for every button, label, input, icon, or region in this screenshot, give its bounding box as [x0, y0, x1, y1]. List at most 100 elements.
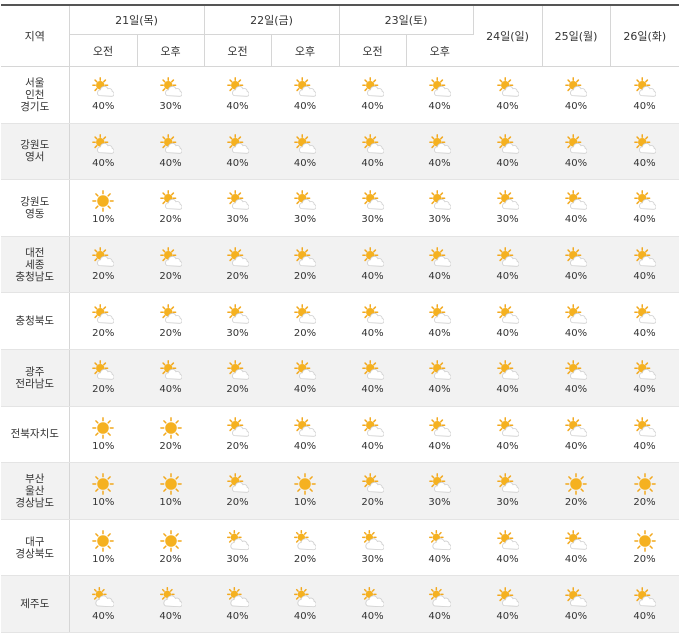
forecast-cell: 40%: [542, 179, 611, 237]
precipitation-probability: 30%: [428, 214, 451, 226]
forecast-cell: 40%: [473, 66, 543, 124]
partly-cloudy-icon: [159, 77, 182, 97]
precipitation-probability: 40%: [159, 384, 182, 396]
precipitation-probability: 40%: [293, 610, 317, 622]
forecast-cell: 40%: [473, 519, 543, 577]
partly-cloudy-icon: [294, 190, 317, 211]
region-name-line: 대구: [25, 535, 45, 548]
precipitation-probability: 30%: [159, 101, 182, 113]
forecast-cell: 40%: [339, 236, 407, 294]
partly-cloudy-icon: [226, 360, 249, 380]
forecast-cell: 20%: [271, 519, 340, 577]
partly-cloudy-icon: [428, 247, 451, 267]
table-row: 강원도 영동 10% 20% 30% 30% 30% 30% 30% 40% 40%: [1, 179, 680, 237]
forecast-cell: 40%: [339, 123, 407, 181]
am-header: 오전: [339, 34, 407, 67]
forecast-cell: 40%: [610, 123, 680, 181]
precipitation-probability: 40%: [633, 101, 656, 113]
partly-cloudy-icon: [294, 303, 317, 324]
precipitation-probability: 40%: [496, 610, 519, 622]
partly-cloudy-icon: [496, 134, 519, 154]
partly-cloudy-icon: [633, 134, 656, 154]
precipitation-probability: 40%: [564, 554, 588, 566]
partly-cloudy-icon: [496, 530, 519, 550]
precipitation-probability: 20%: [564, 497, 588, 509]
region-name-line: 부산: [25, 472, 45, 485]
partly-cloudy-icon: [633, 586, 656, 607]
precipitation-probability: 20%: [293, 271, 317, 283]
region-cell: 광주 전라남도: [1, 349, 70, 407]
forecast-cell: 40%: [406, 349, 474, 407]
partly-cloudy-icon: [565, 360, 588, 380]
partly-cloudy-icon: [565, 190, 588, 211]
forecast-cell: 40%: [137, 575, 205, 633]
precipitation-probability: 20%: [226, 271, 249, 283]
pm-header: 오후: [137, 34, 205, 67]
precipitation-probability: 30%: [226, 327, 249, 339]
day-header: 23일(토): [339, 4, 474, 35]
region-name-line: 영서: [25, 151, 45, 164]
partly-cloudy-icon: [92, 360, 115, 380]
forecast-cell: 30%: [339, 519, 407, 577]
sunny-icon: [159, 473, 182, 496]
forecast-cell: 40%: [406, 123, 474, 181]
mostly-cloudy-icon: [428, 530, 451, 551]
partly-cloudy-icon: [428, 77, 451, 97]
precipitation-probability: 40%: [92, 101, 115, 113]
partly-cloudy-icon: [633, 190, 656, 211]
partly-cloudy-icon: [496, 190, 519, 211]
table-row: 강원도 영서 40% 40% 40% 40% 40% 40% 40% 40% 40%: [1, 123, 680, 181]
precipitation-probability: 20%: [226, 440, 249, 452]
partly-cloudy-icon: [226, 134, 249, 154]
precipitation-probability: 40%: [293, 101, 317, 113]
forecast-cell: 30%: [339, 179, 407, 237]
precipitation-probability: 40%: [293, 384, 317, 396]
table-header: 지역 21일(목) 22일(금) 23일(토) 24일(일) 25일(월) 26…: [1, 4, 680, 67]
forecast-cell: 40%: [542, 66, 611, 124]
partly-cloudy-icon: [428, 303, 451, 324]
mostly-cloudy-icon: [361, 586, 384, 607]
sunny-icon: [92, 473, 115, 496]
precipitation-probability: 40%: [361, 157, 384, 169]
sunny-icon: [294, 473, 316, 496]
precipitation-probability: 20%: [293, 554, 317, 566]
precipitation-probability: 20%: [633, 497, 656, 509]
region-name-line: 제주도: [20, 598, 50, 611]
forecast-cell: 20%: [271, 236, 340, 294]
precipitation-probability: 40%: [564, 440, 588, 452]
region-name-line: 충청북도: [15, 315, 55, 328]
forecast-cell: 40%: [406, 406, 474, 464]
forecast-cell: 20%: [610, 519, 680, 577]
precipitation-probability: 40%: [361, 384, 384, 396]
precipitation-probability: 20%: [92, 384, 115, 396]
pm-header: 오후: [406, 34, 474, 67]
sunny-icon: [92, 530, 115, 552]
region-name-line: 강원도: [20, 139, 50, 152]
forecast-cell: 10%: [69, 519, 137, 577]
precipitation-probability: 40%: [633, 157, 656, 169]
precipitation-probability: 40%: [293, 157, 317, 169]
forecast-cell: 40%: [542, 123, 611, 181]
region-cell: 대구 경상북도: [1, 519, 70, 577]
partly-cloudy-icon: [565, 77, 588, 97]
precipitation-probability: 40%: [496, 157, 519, 169]
precipitation-probability: 30%: [428, 497, 451, 509]
pm-header: 오후: [271, 34, 340, 67]
region-name-line: 강원도: [20, 195, 50, 208]
forecast-cell: 40%: [473, 575, 543, 633]
region-name-line: 전북자치도: [10, 428, 59, 441]
precipitation-probability: 10%: [92, 214, 115, 226]
forecast-cell: 20%: [339, 462, 407, 520]
partly-cloudy-icon: [361, 360, 384, 380]
forecast-table: 지역 21일(목) 22일(금) 23일(토) 24일(일) 25일(월) 26…: [1, 4, 680, 633]
region-column-header: 지역: [1, 4, 70, 67]
sunny-icon: [92, 190, 115, 213]
precipitation-probability: 40%: [633, 440, 656, 452]
partly-cloudy-icon: [633, 77, 656, 97]
forecast-cell: 40%: [610, 349, 680, 407]
forecast-cell: 20%: [137, 179, 205, 237]
partly-cloudy-icon: [565, 586, 588, 607]
region-cell: 강원도 영동: [1, 179, 70, 237]
mostly-cloudy-icon: [428, 586, 451, 607]
forecast-cell: 30%: [473, 179, 543, 237]
